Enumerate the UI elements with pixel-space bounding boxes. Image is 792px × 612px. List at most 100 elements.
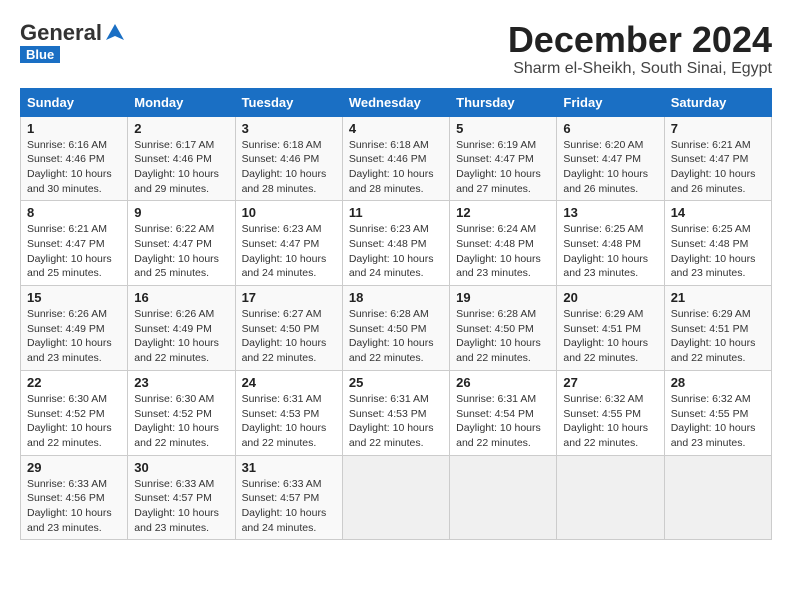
day-info: Sunrise: 6:18 AM Sunset: 4:46 PM Dayligh… [242, 138, 336, 197]
calendar-body: 1Sunrise: 6:16 AM Sunset: 4:46 PM Daylig… [21, 116, 772, 540]
day-cell: 13 Sunrise: 6:25 AM Sunset: 4:48 PM Dayli… [557, 201, 664, 286]
day-number: 3 [242, 121, 336, 136]
day-cell: 8Sunrise: 6:21 AM Sunset: 4:47 PM Daylig… [21, 201, 128, 286]
week-row-4: 22Sunrise: 6:30 AM Sunset: 4:52 PM Dayli… [21, 370, 772, 455]
day-cell: 7Sunrise: 6:21 AM Sunset: 4:47 PM Daylig… [664, 116, 771, 201]
day-cell: 28 Sunrise: 6:32 AM Sunset: 4:55 PM Dayli… [664, 370, 771, 455]
day-number: 19 [456, 290, 550, 305]
day-number: 17 [242, 290, 336, 305]
page-header: General Blue December 2024 Sharm el-Shei… [20, 20, 772, 78]
day-info: Sunrise: 6:27 AM Sunset: 4:50 PM Dayligh… [242, 307, 336, 366]
day-cell: 6 Sunrise: 6:20 AM Sunset: 4:47 PM Daylig… [557, 116, 664, 201]
day-cell: 22Sunrise: 6:30 AM Sunset: 4:52 PM Dayli… [21, 370, 128, 455]
day-info: Sunrise: 6:30 AM Sunset: 4:52 PM Dayligh… [134, 392, 228, 451]
day-info: Sunrise: 6:29 AM Sunset: 4:51 PM Dayligh… [671, 307, 765, 366]
month-title: December 2024 [508, 20, 772, 60]
day-info: Sunrise: 6:29 AM Sunset: 4:51 PM Dayligh… [563, 307, 657, 366]
day-number: 12 [456, 205, 550, 220]
day-number: 16 [134, 290, 228, 305]
day-info: Sunrise: 6:22 AM Sunset: 4:47 PM Dayligh… [134, 222, 228, 281]
day-info: Sunrise: 6:23 AM Sunset: 4:47 PM Dayligh… [242, 222, 336, 281]
day-cell: 30Sunrise: 6:33 AM Sunset: 4:57 PM Dayli… [128, 455, 235, 540]
day-number: 11 [349, 205, 443, 220]
day-info: Sunrise: 6:31 AM Sunset: 4:53 PM Dayligh… [349, 392, 443, 451]
day-info: Sunrise: 6:31 AM Sunset: 4:53 PM Dayligh… [242, 392, 336, 451]
day-info: Sunrise: 6:31 AM Sunset: 4:54 PM Dayligh… [456, 392, 550, 451]
day-number: 31 [242, 460, 336, 475]
day-info: Sunrise: 6:30 AM Sunset: 4:52 PM Dayligh… [27, 392, 121, 451]
day-number: 24 [242, 375, 336, 390]
day-cell: 20 Sunrise: 6:29 AM Sunset: 4:51 PM Dayli… [557, 286, 664, 371]
day-number: 28 [671, 375, 765, 390]
header-col-thursday: Thursday [450, 88, 557, 116]
day-cell: 17 Sunrise: 6:27 AM Sunset: 4:50 PM Dayli… [235, 286, 342, 371]
day-cell: 1Sunrise: 6:16 AM Sunset: 4:46 PM Daylig… [21, 116, 128, 201]
day-cell: 12 Sunrise: 6:24 AM Sunset: 4:48 PM Dayli… [450, 201, 557, 286]
day-cell: 11 Sunrise: 6:23 AM Sunset: 4:48 PM Dayli… [342, 201, 449, 286]
logo: General Blue [20, 20, 126, 63]
logo-bird-icon [104, 22, 126, 44]
header-col-sunday: Sunday [21, 88, 128, 116]
day-number: 9 [134, 205, 228, 220]
day-info: Sunrise: 6:23 AM Sunset: 4:48 PM Dayligh… [349, 222, 443, 281]
header-row: SundayMondayTuesdayWednesdayThursdayFrid… [21, 88, 772, 116]
day-number: 6 [563, 121, 657, 136]
day-number: 2 [134, 121, 228, 136]
day-number: 15 [27, 290, 121, 305]
header-col-monday: Monday [128, 88, 235, 116]
day-cell: 27 Sunrise: 6:32 AM Sunset: 4:55 PM Dayli… [557, 370, 664, 455]
day-cell: 10 Sunrise: 6:23 AM Sunset: 4:47 PM Dayli… [235, 201, 342, 286]
day-info: Sunrise: 6:26 AM Sunset: 4:49 PM Dayligh… [134, 307, 228, 366]
day-cell: 21Sunrise: 6:29 AM Sunset: 4:51 PM Dayli… [664, 286, 771, 371]
day-info: Sunrise: 6:20 AM Sunset: 4:47 PM Dayligh… [563, 138, 657, 197]
week-row-2: 8Sunrise: 6:21 AM Sunset: 4:47 PM Daylig… [21, 201, 772, 286]
day-cell: 14 Sunrise: 6:25 AM Sunset: 4:48 PM Dayli… [664, 201, 771, 286]
logo-blue-text: Blue [20, 46, 60, 63]
day-info: Sunrise: 6:26 AM Sunset: 4:49 PM Dayligh… [27, 307, 121, 366]
day-info: Sunrise: 6:32 AM Sunset: 4:55 PM Dayligh… [563, 392, 657, 451]
location: Sharm el-Sheikh, South Sinai, Egypt [508, 60, 772, 78]
day-cell: 16 Sunrise: 6:26 AM Sunset: 4:49 PM Dayli… [128, 286, 235, 371]
day-number: 29 [27, 460, 121, 475]
day-info: Sunrise: 6:28 AM Sunset: 4:50 PM Dayligh… [456, 307, 550, 366]
day-cell: 4Sunrise: 6:18 AM Sunset: 4:46 PM Daylig… [342, 116, 449, 201]
header-col-friday: Friday [557, 88, 664, 116]
week-row-3: 15 Sunrise: 6:26 AM Sunset: 4:49 PM Dayli… [21, 286, 772, 371]
calendar-table: SundayMondayTuesdayWednesdayThursdayFrid… [20, 88, 772, 541]
day-number: 8 [27, 205, 121, 220]
day-cell: 18 Sunrise: 6:28 AM Sunset: 4:50 PM Dayli… [342, 286, 449, 371]
day-cell: 3 Sunrise: 6:18 AM Sunset: 4:46 PM Daylig… [235, 116, 342, 201]
day-cell: 19 Sunrise: 6:28 AM Sunset: 4:50 PM Dayli… [450, 286, 557, 371]
day-number: 4 [349, 121, 443, 136]
day-cell: 25Sunrise: 6:31 AM Sunset: 4:53 PM Dayli… [342, 370, 449, 455]
day-info: Sunrise: 6:28 AM Sunset: 4:50 PM Dayligh… [349, 307, 443, 366]
day-info: Sunrise: 6:19 AM Sunset: 4:47 PM Dayligh… [456, 138, 550, 197]
day-cell [342, 455, 449, 540]
day-number: 1 [27, 121, 121, 136]
day-cell: 24 Sunrise: 6:31 AM Sunset: 4:53 PM Dayli… [235, 370, 342, 455]
day-info: Sunrise: 6:33 AM Sunset: 4:57 PM Dayligh… [242, 477, 336, 536]
day-number: 20 [563, 290, 657, 305]
day-cell: 26 Sunrise: 6:31 AM Sunset: 4:54 PM Dayli… [450, 370, 557, 455]
day-number: 13 [563, 205, 657, 220]
day-info: Sunrise: 6:25 AM Sunset: 4:48 PM Dayligh… [671, 222, 765, 281]
day-cell [557, 455, 664, 540]
header-col-tuesday: Tuesday [235, 88, 342, 116]
logo-general-text: General [20, 20, 102, 46]
day-info: Sunrise: 6:24 AM Sunset: 4:48 PM Dayligh… [456, 222, 550, 281]
week-row-1: 1Sunrise: 6:16 AM Sunset: 4:46 PM Daylig… [21, 116, 772, 201]
day-number: 18 [349, 290, 443, 305]
day-cell: 2Sunrise: 6:17 AM Sunset: 4:46 PM Daylig… [128, 116, 235, 201]
day-number: 26 [456, 375, 550, 390]
day-info: Sunrise: 6:33 AM Sunset: 4:56 PM Dayligh… [27, 477, 121, 536]
day-info: Sunrise: 6:25 AM Sunset: 4:48 PM Dayligh… [563, 222, 657, 281]
day-cell [450, 455, 557, 540]
day-number: 7 [671, 121, 765, 136]
day-number: 27 [563, 375, 657, 390]
calendar-header: SundayMondayTuesdayWednesdayThursdayFrid… [21, 88, 772, 116]
day-cell: 5Sunrise: 6:19 AM Sunset: 4:47 PM Daylig… [450, 116, 557, 201]
day-info: Sunrise: 6:32 AM Sunset: 4:55 PM Dayligh… [671, 392, 765, 451]
day-number: 10 [242, 205, 336, 220]
day-number: 14 [671, 205, 765, 220]
day-cell [664, 455, 771, 540]
